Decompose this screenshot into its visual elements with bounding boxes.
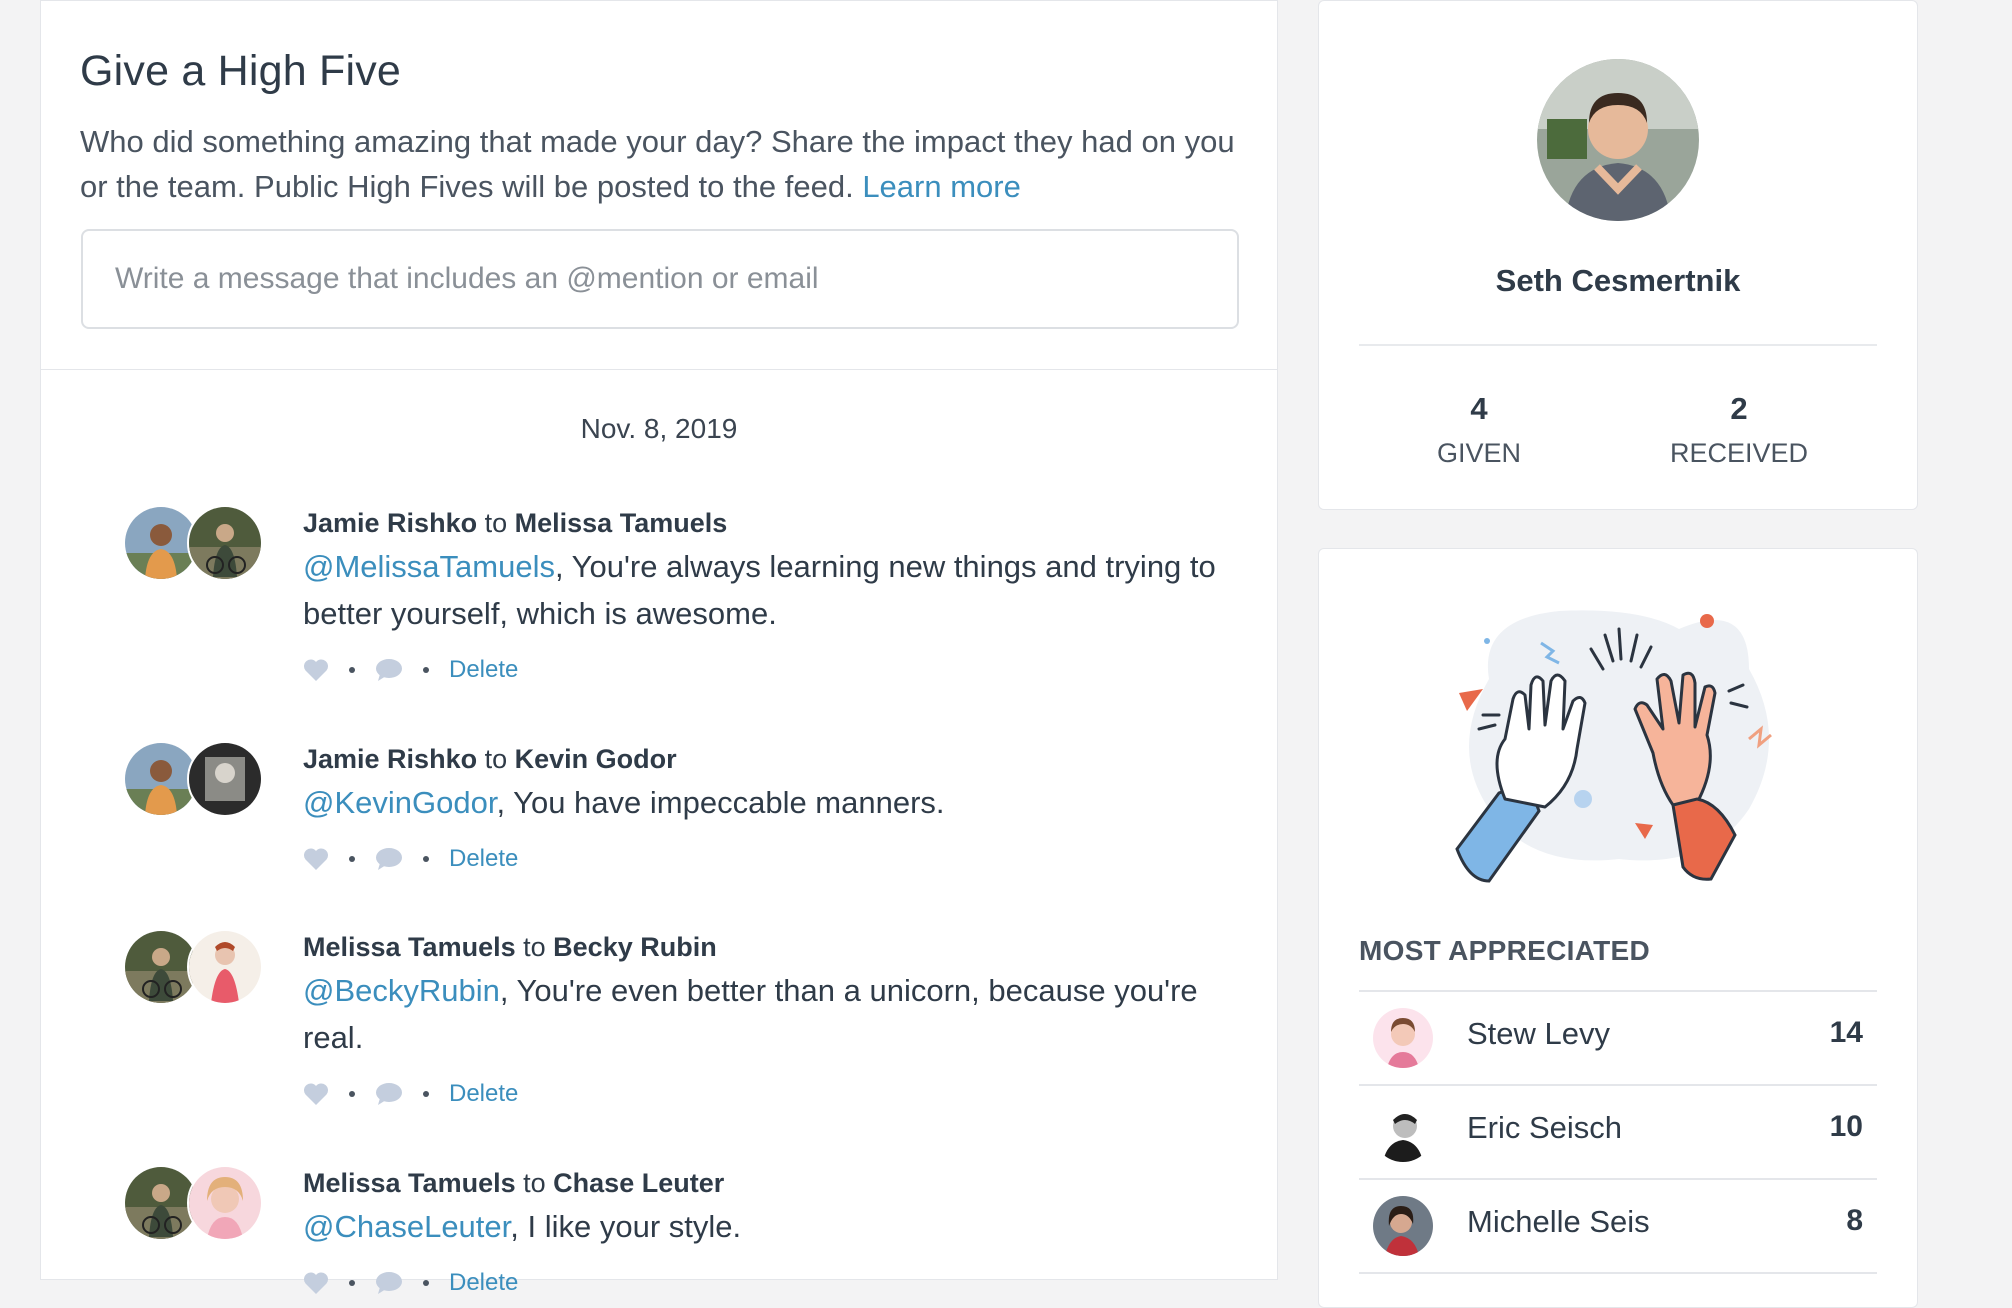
- profile-avatar: [1537, 59, 1699, 221]
- heart-icon[interactable]: [303, 1271, 329, 1295]
- feed-item-message: @ChaseLeuter, I like your style.: [303, 1203, 1243, 1250]
- feed-item-header: Jamie Rishko to Kevin Godor: [303, 741, 1243, 777]
- profile-name: Seth Cesmertnik: [1495, 263, 1741, 298]
- feed-item-actions: Delete: [303, 844, 1243, 874]
- feed-item-header: Jamie Rishko to Melissa Tamuels: [303, 505, 1243, 541]
- avatar: [1373, 1102, 1433, 1162]
- most-appreciated-heading: MOST APPRECIATED: [1359, 935, 1651, 966]
- page-title: Give a High Five: [80, 47, 402, 95]
- sender-name[interactable]: Melissa Tamuels: [303, 1168, 516, 1198]
- recipient-name[interactable]: Melissa Tamuels: [515, 508, 728, 538]
- connector: to: [523, 932, 546, 962]
- received-label: RECEIVED: [1669, 438, 1809, 468]
- given-count: 4: [1470, 391, 1488, 426]
- description-text: Who did something amazing that made your…: [80, 124, 1235, 204]
- avatar-pair: [123, 1165, 273, 1241]
- heart-icon[interactable]: [303, 658, 329, 682]
- received-stat[interactable]: 2 RECEIVED: [1609, 389, 1869, 473]
- given-label: GIVEN: [1436, 438, 1522, 468]
- most-appreciated-card: MOST APPRECIATED Stew Levy 14 Eric Seisc…: [1318, 548, 1918, 1308]
- avatar[interactable]: [187, 505, 263, 581]
- compose-section: Give a High Five Who did something amazi…: [41, 1, 1277, 370]
- avatar-pair: [123, 741, 273, 817]
- avatar-pair: [123, 505, 273, 581]
- separator-dot: [423, 856, 429, 862]
- comment-icon[interactable]: [375, 1271, 403, 1295]
- separator-dot: [423, 1091, 429, 1097]
- learn-more-link[interactable]: Learn more: [862, 169, 1021, 204]
- person-name: Michelle Seis: [1467, 1204, 1650, 1239]
- feed-item-actions: Delete: [303, 655, 1243, 685]
- profile-card: Seth Cesmertnik 4 GIVEN 2 RECEIVED: [1318, 0, 1918, 510]
- avatar[interactable]: [187, 741, 263, 817]
- high-five-panel: Give a High Five Who did something amazi…: [40, 0, 1278, 1296]
- mention-link[interactable]: @MelissaTamuels: [303, 549, 555, 584]
- connector: to: [523, 1168, 546, 1198]
- heart-icon[interactable]: [303, 847, 329, 871]
- separator-dot: [423, 667, 429, 673]
- compose-description: Who did something amazing that made your…: [80, 119, 1240, 209]
- comment-icon[interactable]: [375, 658, 403, 682]
- delete-button[interactable]: Delete: [449, 656, 518, 684]
- feed-item-message: @MelissaTamuels, You're always learning …: [303, 543, 1243, 637]
- avatar: [1373, 1008, 1433, 1068]
- high-five-illustration: [1455, 610, 1772, 883]
- given-stat[interactable]: 4 GIVEN: [1349, 389, 1609, 473]
- separator-dot: [349, 667, 355, 673]
- feed-item-actions: Delete: [303, 1079, 1243, 1109]
- connector: to: [484, 744, 508, 774]
- sender-name[interactable]: Melissa Tamuels: [303, 932, 516, 962]
- feed-item-header: Melissa Tamuels to Becky Rubin: [303, 929, 1243, 965]
- mention-link[interactable]: @KevinGodor: [303, 785, 496, 820]
- appreciation-count: 10: [1829, 1110, 1863, 1143]
- message-text: , I like your style.: [510, 1209, 742, 1244]
- appreciation-count: 14: [1829, 1016, 1863, 1049]
- feed-item-actions: Delete: [303, 1268, 1243, 1298]
- list-item[interactable]: Michelle Seis 8: [1359, 1180, 1877, 1274]
- separator-dot: [349, 1091, 355, 1097]
- recipient-name[interactable]: Kevin Godor: [515, 744, 677, 774]
- separator-dot: [349, 1280, 355, 1286]
- delete-button[interactable]: Delete: [449, 1080, 518, 1108]
- comment-icon[interactable]: [375, 1082, 403, 1106]
- sender-name[interactable]: Jamie Rishko: [303, 508, 477, 538]
- avatar[interactable]: [187, 1165, 263, 1241]
- separator-dot: [349, 856, 355, 862]
- avatar[interactable]: [187, 929, 263, 1005]
- profile-divider: [1359, 344, 1877, 346]
- recipient-name[interactable]: Becky Rubin: [553, 932, 717, 962]
- received-count: 2: [1730, 391, 1748, 426]
- connector: to: [484, 508, 508, 538]
- list-item[interactable]: Eric Seisch 10: [1359, 1086, 1877, 1180]
- most-appreciated-list: Stew Levy 14 Eric Seisch 10 Michelle Sei…: [1359, 990, 1877, 1274]
- list-item[interactable]: Stew Levy 14: [1359, 992, 1877, 1086]
- mention-link[interactable]: @ChaseLeuter: [303, 1209, 510, 1244]
- delete-button[interactable]: Delete: [449, 845, 518, 873]
- person-name: Eric Seisch: [1467, 1110, 1623, 1145]
- feed-date: Nov. 8, 2019: [580, 413, 738, 444]
- comment-icon[interactable]: [375, 847, 403, 871]
- mention-link[interactable]: @BeckyRubin: [303, 973, 500, 1008]
- message-input[interactable]: [81, 229, 1239, 329]
- appreciation-count: 8: [1846, 1204, 1863, 1237]
- avatar: [1373, 1196, 1433, 1256]
- avatar-pair: [123, 929, 273, 1005]
- recipient-name[interactable]: Chase Leuter: [553, 1168, 724, 1198]
- feed-item-header: Melissa Tamuels to Chase Leuter: [303, 1165, 1243, 1201]
- feed-item-message: @BeckyRubin, You're even better than a u…: [303, 967, 1243, 1061]
- feed-item-message: @KevinGodor, You have impeccable manners…: [303, 779, 1243, 826]
- heart-icon[interactable]: [303, 1082, 329, 1106]
- message-text: , You have impeccable manners.: [496, 785, 945, 820]
- delete-button[interactable]: Delete: [449, 1269, 518, 1297]
- sender-name[interactable]: Jamie Rishko: [303, 744, 477, 774]
- person-name: Stew Levy: [1467, 1016, 1611, 1051]
- separator-dot: [423, 1280, 429, 1286]
